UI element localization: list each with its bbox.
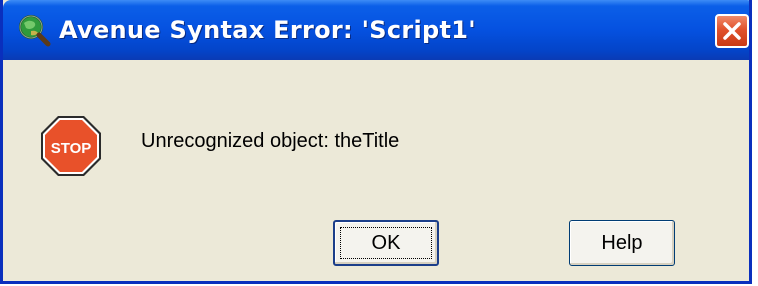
title-bar[interactable]: Avenue Syntax Error: 'Script1' <box>3 0 749 60</box>
help-button[interactable]: Help <box>569 220 675 266</box>
ok-button-label: OK <box>371 231 401 254</box>
dialog-window: Avenue Syntax Error: 'Script1' STOP Unre… <box>0 0 752 284</box>
ok-button[interactable]: OK <box>333 220 439 266</box>
help-button-label: Help <box>601 231 643 254</box>
stop-icon-label: STOP <box>51 140 92 157</box>
error-message: Unrecognized object: theTitle <box>141 130 400 152</box>
stop-icon: STOP <box>39 114 103 178</box>
close-button[interactable] <box>715 14 749 48</box>
arcview-globe-magnifier-icon <box>17 13 51 47</box>
dialog-body: STOP Unrecognized object: theTitle OK He… <box>3 60 749 281</box>
window-title: Avenue Syntax Error: 'Script1' <box>59 16 476 44</box>
